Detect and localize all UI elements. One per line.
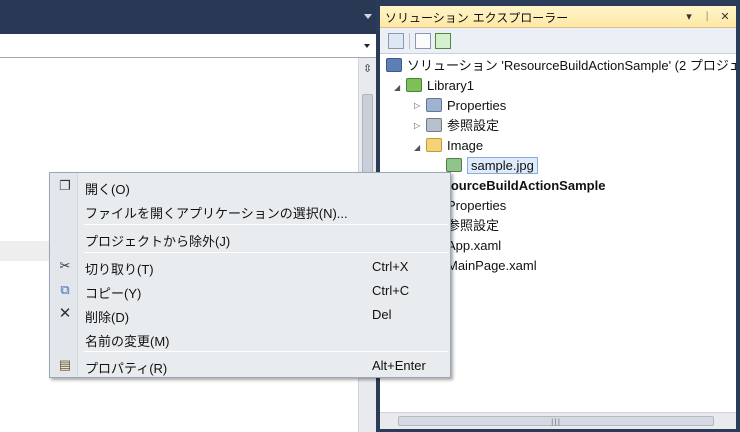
toolbar-divider bbox=[409, 33, 410, 49]
references-icon bbox=[426, 118, 442, 132]
image-file-icon bbox=[446, 158, 462, 172]
tree-horizontal-scrollbar[interactable]: ||| bbox=[380, 412, 736, 429]
scroll-thumb[interactable]: ||| bbox=[398, 416, 714, 426]
menu-item-properties[interactable]: ▤ プロパティ(R) Alt+Enter bbox=[51, 354, 449, 376]
menu-item-rename[interactable]: 名前の変更(M) bbox=[51, 327, 449, 349]
collapse-icon[interactable]: ◢ bbox=[394, 84, 402, 92]
cut-icon: ✂ bbox=[59, 258, 71, 273]
menu-separator bbox=[84, 351, 448, 352]
open-icon: ❐ bbox=[59, 178, 71, 193]
split-icon[interactable]: ⇳ bbox=[361, 62, 374, 76]
pin-icon[interactable]: ᛁ bbox=[700, 9, 714, 24]
scroll-thumb[interactable] bbox=[362, 94, 373, 174]
tree-item-image-folder[interactable]: Image bbox=[426, 136, 483, 156]
navigation-combo[interactable] bbox=[0, 34, 376, 58]
panel-toolbar bbox=[380, 28, 736, 54]
folder-open-icon bbox=[426, 138, 442, 152]
properties-icon[interactable] bbox=[388, 33, 404, 49]
tab-dropdown-icon[interactable] bbox=[364, 14, 372, 19]
editor-tab-strip bbox=[0, 0, 376, 34]
tree-item-library-project[interactable]: Library1 bbox=[406, 76, 474, 96]
menu-item-delete[interactable]: ✕ 削除(D) Del bbox=[51, 303, 449, 326]
expand-icon[interactable]: ▷ bbox=[414, 102, 422, 110]
copy-icon: ⧉ bbox=[60, 282, 70, 297]
window-position-icon[interactable]: ▾ bbox=[682, 9, 696, 24]
tree-item-solution[interactable]: ソリューション 'ResourceBuildActionSample' (2 プ… bbox=[386, 56, 736, 76]
menu-separator bbox=[84, 224, 448, 225]
menu-item-exclude-from-project[interactable]: プロジェクトから除外(J) bbox=[51, 227, 449, 249]
menu-item-open[interactable]: ❐ 開く(O) bbox=[51, 175, 449, 197]
panel-title-bar[interactable]: ソリューション エクスプローラー ▾ ᛁ ✕ bbox=[380, 6, 736, 28]
panel-title: ソリューション エクスプローラー bbox=[385, 11, 569, 25]
chevron-down-icon[interactable] bbox=[364, 44, 370, 48]
tree-item-sample-jpg[interactable]: sample.jpg bbox=[446, 156, 538, 176]
show-all-files-icon[interactable] bbox=[415, 33, 431, 49]
menu-item-copy[interactable]: ⧉ コピー(Y) Ctrl+C bbox=[51, 279, 449, 301]
csharp-project-icon bbox=[406, 78, 422, 92]
refresh-icon[interactable] bbox=[435, 33, 451, 49]
expand-icon[interactable]: ▷ bbox=[414, 122, 422, 130]
solution-icon bbox=[386, 58, 402, 72]
menu-item-cut[interactable]: ✂ 切り取り(T) Ctrl+X bbox=[51, 255, 449, 277]
scroll-grip: ||| bbox=[551, 418, 562, 426]
close-icon[interactable]: ✕ bbox=[718, 9, 732, 24]
properties-icon: ▤ bbox=[58, 357, 72, 372]
collapse-icon[interactable]: ◢ bbox=[414, 144, 422, 152]
tree-item-references[interactable]: 参照設定 bbox=[426, 116, 499, 136]
properties-folder-icon bbox=[426, 98, 442, 112]
delete-icon: ✕ bbox=[58, 305, 72, 322]
tree-item-properties[interactable]: Properties bbox=[426, 96, 506, 116]
menu-item-open-with[interactable]: ファイルを開くアプリケーションの選択(N)... bbox=[51, 199, 449, 221]
context-menu: ❐ 開く(O) ファイルを開くアプリケーションの選択(N)... プロジェクトか… bbox=[49, 172, 451, 378]
menu-separator bbox=[84, 252, 448, 253]
